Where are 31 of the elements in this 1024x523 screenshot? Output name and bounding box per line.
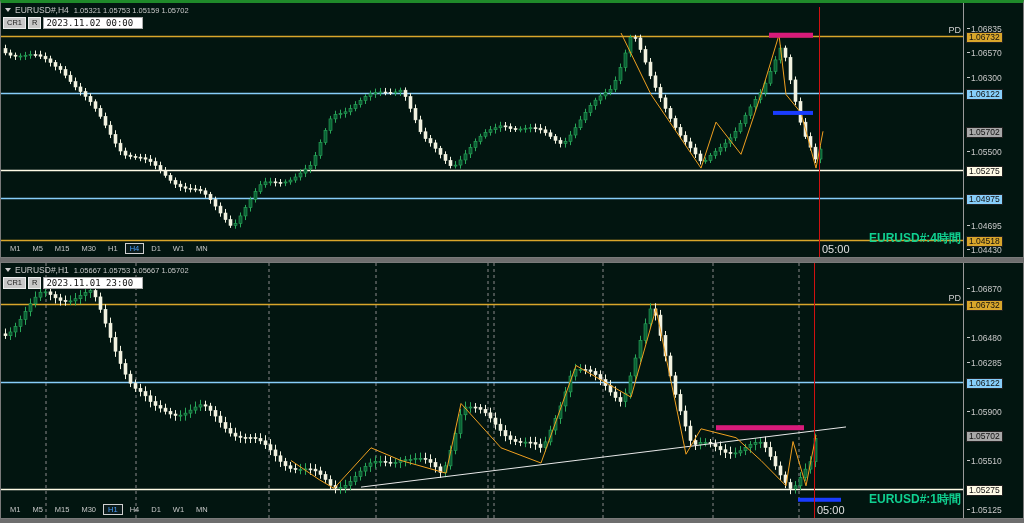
date-field[interactable]: 2023.11.02 00:00 bbox=[43, 17, 144, 29]
price-tag: 1.06122 bbox=[966, 377, 1003, 389]
axis-label: 1.06570 bbox=[967, 49, 1002, 59]
price-tag: 1.05702 bbox=[966, 126, 1003, 138]
axis-label: 1.05510 bbox=[967, 457, 1002, 467]
symbol-label: EURUSD#,H4 bbox=[15, 5, 69, 15]
axis-label: 1.05500 bbox=[967, 147, 1002, 157]
price-tag: 1.06732 bbox=[966, 299, 1003, 311]
axis-label: 1.06285 bbox=[967, 359, 1002, 369]
pd-label: PD bbox=[948, 293, 961, 304]
price-tag: 1.04518 bbox=[966, 235, 1003, 247]
price-tag: 1.05275 bbox=[966, 484, 1003, 496]
price-tag: 1.06732 bbox=[966, 31, 1003, 43]
price-tag: 1.05702 bbox=[966, 430, 1003, 442]
symbol-label: EURUSD#,H1 bbox=[15, 265, 69, 275]
axis-label: 1.05900 bbox=[967, 407, 1002, 417]
axis-label: 1.05125 bbox=[967, 506, 1002, 515]
price-tag: 1.06122 bbox=[966, 88, 1003, 100]
chart-title: EURUSD#:1時間 bbox=[869, 491, 961, 508]
axis-label: 1.04695 bbox=[967, 221, 1002, 231]
axis-label: 1.06835 bbox=[967, 25, 1002, 34]
date-field[interactable]: 2023.11.01 23:00 bbox=[43, 277, 144, 289]
price-tag: 1.04975 bbox=[966, 193, 1003, 205]
axis-label: 1.04430 bbox=[967, 246, 1002, 255]
axis-label: 1.06480 bbox=[967, 334, 1002, 344]
time-label: 05:00 bbox=[822, 243, 850, 255]
price-tag: 1.05275 bbox=[966, 165, 1003, 177]
time-label: 05:00 bbox=[817, 504, 845, 516]
pd-label: PD bbox=[948, 25, 961, 36]
axis-label: 1.06870 bbox=[967, 285, 1002, 294]
axis-label: 1.06300 bbox=[967, 74, 1002, 84]
